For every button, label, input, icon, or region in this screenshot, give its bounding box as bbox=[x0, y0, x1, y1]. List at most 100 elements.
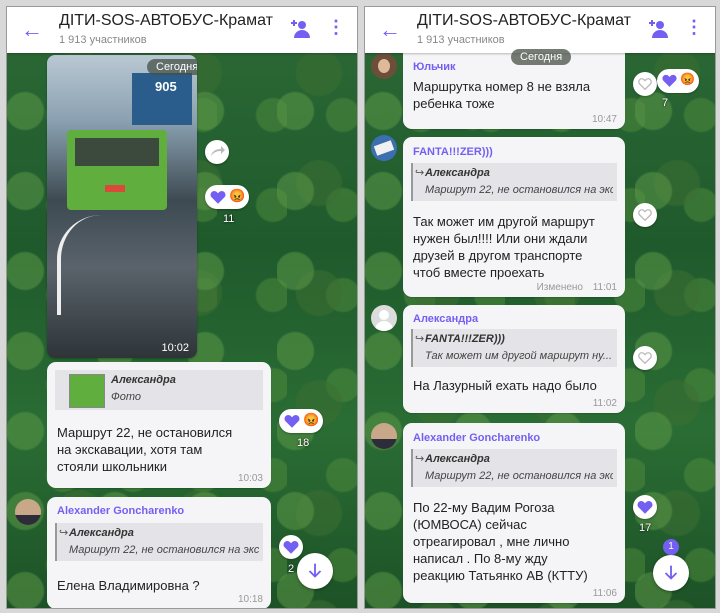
chat-title[interactable]: ДІТИ-SOS-АВТОБУС-Крамат bbox=[59, 12, 284, 30]
more-vert-icon[interactable]: ⋮ bbox=[685, 17, 703, 38]
message-text: Так может им другой маршрут нужен был!!!… bbox=[413, 213, 617, 281]
user-avatar-icon[interactable] bbox=[371, 53, 397, 79]
emoji-icon: 😡 bbox=[303, 412, 320, 427]
quote-author: Александра bbox=[425, 453, 490, 465]
scroll-down-button[interactable] bbox=[653, 555, 689, 591]
reply-icon: ↪ bbox=[59, 527, 69, 539]
sender-name[interactable]: Александра bbox=[413, 313, 478, 325]
message-line: друзей в другом транспорте bbox=[413, 248, 583, 263]
message-text: Маршрут 22, не остановился на экскавации… bbox=[57, 424, 263, 475]
quote-author: Александра bbox=[111, 374, 176, 386]
quote-text: Маршрут 22, не остановился на экс... bbox=[425, 470, 613, 482]
heart-icon bbox=[284, 415, 300, 428]
quote-author: Александра bbox=[425, 167, 490, 179]
user-avatar-icon[interactable] bbox=[371, 135, 397, 161]
user-avatar-icon[interactable] bbox=[371, 305, 397, 331]
message-text: Маршрутка номер 8 не взяла ребенка тоже bbox=[413, 78, 617, 112]
message-bubble[interactable]: FANTA!!!ZER))) ↪ Александра Маршрут 22, … bbox=[403, 137, 625, 297]
app-bar: ← ДІТИ-SOS-АВТОБУС-Крамат 1 913 участник… bbox=[7, 7, 357, 53]
reaction-count: 7 bbox=[662, 97, 669, 109]
message-line: ребенка тоже bbox=[413, 96, 495, 111]
reply-quote[interactable]: ↪ Александра Маршрут 22, не остановился … bbox=[55, 523, 263, 561]
message-line: на экскавации, хотя там bbox=[57, 442, 203, 457]
reply-quote[interactable]: ↪ Александра Маршрут 22, не остановился … bbox=[411, 163, 617, 201]
scroll-down-icon bbox=[664, 565, 678, 580]
message-reactions[interactable]: 😡 bbox=[279, 409, 323, 433]
message-line: (ЮМВОСА) сейчас bbox=[413, 517, 527, 532]
add-participant-icon[interactable] bbox=[647, 17, 671, 41]
message-line: отреагировал , мне лично bbox=[413, 534, 570, 549]
quote-author: FANTA!!!ZER))) bbox=[425, 333, 505, 345]
right-chat-screen: ← ДІТИ-SOS-АВТОБУС-Крамат 1 913 участник… bbox=[364, 6, 716, 609]
share-button[interactable] bbox=[205, 140, 229, 164]
message-time: 10:47 bbox=[591, 114, 617, 125]
heart-outline-icon bbox=[638, 78, 652, 91]
emoji-icon: 😡 bbox=[229, 188, 246, 203]
emoji-icon: 😡 bbox=[680, 72, 695, 86]
reaction-button[interactable] bbox=[279, 535, 303, 559]
sender-name[interactable]: Юльчик bbox=[413, 61, 456, 73]
sender-name[interactable]: Alexander Goncharenko bbox=[57, 505, 184, 517]
message-line: Маршрут 22, не остановился bbox=[57, 425, 233, 440]
message-bubble[interactable]: Alexander Goncharenko ↪ Александра Маршр… bbox=[47, 497, 271, 608]
photo-sign: 905 bbox=[155, 79, 177, 94]
unread-badge: 1 bbox=[663, 539, 679, 555]
quote-text: Маршрут 22, не остановился на экс... bbox=[69, 544, 259, 556]
message-bubble[interactable]: Alexander Goncharenko ↪ Александра Маршр… bbox=[403, 423, 625, 603]
photo-time: 10:02 bbox=[161, 342, 189, 354]
user-avatar-icon[interactable] bbox=[371, 423, 397, 449]
message-time: 10:03 bbox=[237, 473, 263, 484]
reply-quote[interactable]: Александра Фото bbox=[55, 370, 263, 410]
heart-icon bbox=[662, 74, 677, 87]
share-icon bbox=[211, 146, 225, 156]
photo-message[interactable]: 905 Сегодня 10:02 bbox=[47, 55, 197, 358]
date-pill: Сегодня bbox=[147, 59, 197, 75]
chat-title[interactable]: ДІТИ-SOS-АВТОБУС-Крамат bbox=[417, 12, 642, 30]
reaction-button[interactable] bbox=[633, 203, 657, 227]
user-avatar-icon[interactable] bbox=[15, 499, 41, 525]
message-line: нужен был!!!! Или они ждали bbox=[413, 231, 588, 246]
message-bubble[interactable]: Александра Фото Маршрут 22, не остановил… bbox=[47, 362, 271, 488]
reaction-count: 17 bbox=[639, 522, 652, 534]
heart-outline-icon bbox=[638, 352, 652, 365]
reply-quote[interactable]: ↪ FANTA!!!ZER))) Так может им другой мар… bbox=[411, 329, 617, 367]
heart-icon bbox=[283, 541, 299, 554]
heart-icon bbox=[637, 501, 653, 514]
reaction-button[interactable] bbox=[633, 346, 657, 370]
left-chat-screen: ← ДІТИ-SOS-АВТОБУС-Крамат 1 913 участник… bbox=[6, 6, 358, 609]
reply-icon: ↪ bbox=[415, 333, 425, 345]
message-bubble[interactable]: Александра ↪ FANTA!!!ZER))) Так может им… bbox=[403, 305, 625, 413]
reaction-count: 18 bbox=[297, 437, 310, 449]
more-vert-icon[interactable]: ⋮ bbox=[327, 17, 345, 38]
message-line: чтоб вместе проехать bbox=[413, 265, 545, 280]
quote-text: Так может им другой маршрут ну... bbox=[425, 350, 613, 362]
back-arrow-icon[interactable]: ← bbox=[21, 17, 43, 43]
sender-name[interactable]: Alexander Goncharenko bbox=[413, 432, 540, 444]
message-text: По 22-му Вадим Рогоза (ЮМВОСА) сейчас от… bbox=[413, 499, 617, 584]
message-line: написал . По 8-му жду bbox=[413, 551, 548, 566]
photo-road-line bbox=[57, 215, 101, 315]
message-time: 11:02 bbox=[592, 398, 617, 409]
photo-reactions[interactable]: 😡 bbox=[205, 185, 249, 209]
reaction-button[interactable] bbox=[633, 72, 657, 96]
heart-icon bbox=[210, 191, 226, 204]
reply-quote[interactable]: ↪ Александра Маршрут 22, не остановился … bbox=[411, 449, 617, 487]
quote-text: Маршрут 22, не остановился на экс... bbox=[425, 184, 613, 196]
sender-name[interactable]: FANTA!!!ZER))) bbox=[413, 146, 493, 158]
scroll-down-button[interactable] bbox=[297, 553, 333, 589]
message-line: Так может им другой маршрут bbox=[413, 214, 595, 229]
message-text: На Лазурный ехать надо было bbox=[413, 378, 597, 393]
members-count: 1 913 участников bbox=[417, 34, 505, 46]
reaction-button[interactable] bbox=[633, 495, 657, 519]
scroll-down-icon bbox=[308, 563, 322, 578]
message-reactions[interactable]: 😡 bbox=[657, 69, 699, 93]
quote-text: Фото bbox=[111, 391, 142, 403]
reaction-count: 2 bbox=[288, 563, 295, 575]
date-pill: Сегодня bbox=[511, 49, 572, 65]
back-arrow-icon[interactable]: ← bbox=[379, 17, 401, 43]
edited-label: Изменено bbox=[536, 282, 583, 293]
add-participant-icon[interactable] bbox=[289, 17, 313, 41]
message-line: По 22-му Вадим Рогоза bbox=[413, 500, 555, 515]
message-text: Елена Владимировна ? bbox=[57, 578, 200, 593]
members-count: 1 913 участников bbox=[59, 34, 147, 46]
